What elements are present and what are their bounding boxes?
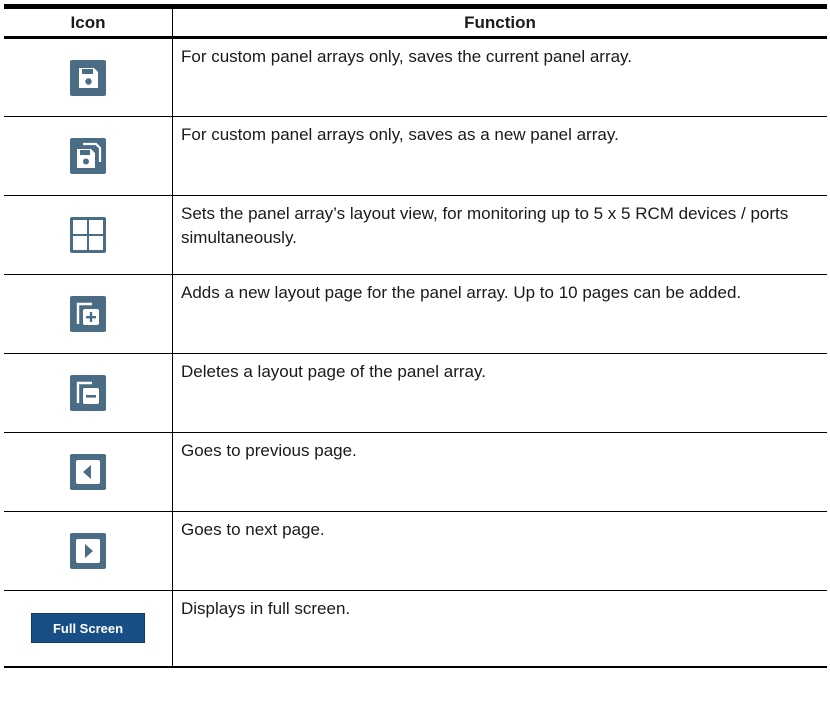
icon-cell (4, 195, 173, 275)
function-cell: Goes to next page. (172, 511, 827, 591)
function-cell: Goes to previous page. (172, 432, 827, 512)
grid-layout-icon (70, 217, 106, 253)
table-row: Full Screen Displays in full screen. (4, 590, 827, 668)
function-cell: Adds a new layout page for the panel arr… (172, 274, 827, 354)
function-cell: Deletes a layout page of the panel array… (172, 353, 827, 433)
table-row: Sets the panel array’s layout view, for … (4, 195, 827, 275)
header-icon: Icon (4, 4, 173, 39)
table-row: For custom panel arrays only, saves as a… (4, 116, 827, 196)
add-page-icon (70, 296, 106, 332)
table-header-row: Icon Function (4, 4, 827, 39)
table-row: Deletes a layout page of the panel array… (4, 353, 827, 433)
function-cell: Sets the panel array’s layout view, for … (172, 195, 827, 275)
icon-cell (4, 353, 173, 433)
full-screen-button[interactable]: Full Screen (31, 613, 145, 644)
icon-cell (4, 274, 173, 354)
table-row: Goes to previous page. (4, 432, 827, 512)
icon-function-table: Icon Function For custom panel arrays on… (4, 4, 827, 668)
save-as-icon (70, 138, 106, 174)
icon-cell (4, 116, 173, 196)
icon-cell (4, 37, 173, 117)
table-row: Goes to next page. (4, 511, 827, 591)
icon-cell: Full Screen (4, 590, 173, 668)
icon-cell (4, 432, 173, 512)
table-row: Adds a new layout page for the panel arr… (4, 274, 827, 354)
save-icon (70, 59, 106, 96)
icon-cell (4, 511, 173, 591)
function-cell: For custom panel arrays only, saves the … (172, 37, 827, 117)
previous-page-icon (70, 454, 106, 490)
function-cell: For custom panel arrays only, saves as a… (172, 116, 827, 196)
icon-function-table-container: Icon Function For custom panel arrays on… (4, 4, 827, 668)
next-page-icon (70, 533, 106, 569)
function-cell: Displays in full screen. (172, 590, 827, 668)
table-row: For custom panel arrays only, saves the … (4, 37, 827, 117)
delete-page-icon (70, 375, 106, 411)
header-function: Function (172, 4, 827, 39)
